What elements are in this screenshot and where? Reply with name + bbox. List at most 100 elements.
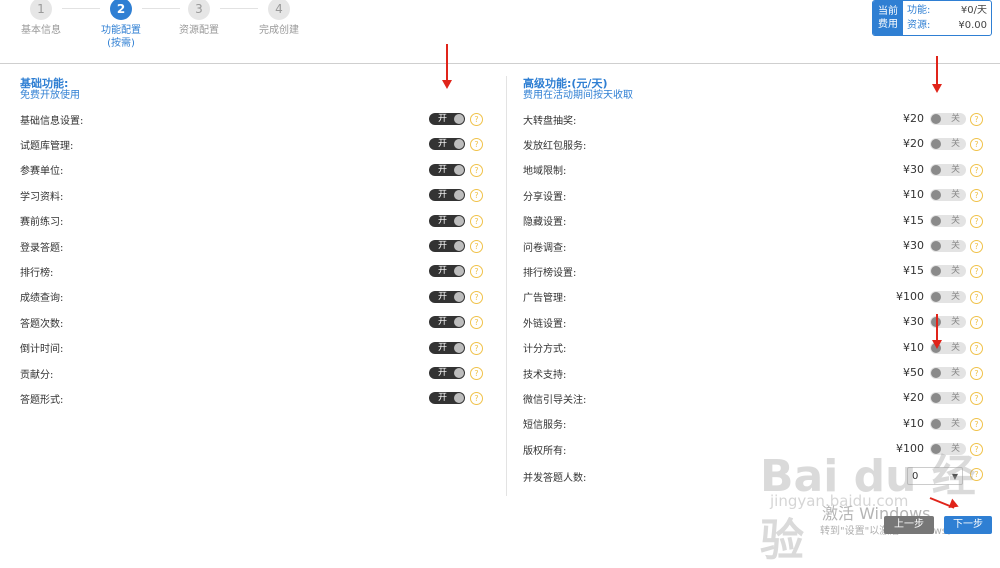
function-toggle[interactable]: 开 <box>429 113 465 125</box>
function-toggle[interactable]: 关 <box>930 290 966 303</box>
help-icon[interactable]: ? <box>970 138 983 152</box>
advanced-function-row: 版权所有: <box>523 439 566 459</box>
advanced-functions-header: 高级功能:(元/天) 费用在活动期间按天收取 <box>523 77 633 102</box>
toggle-label: 关 <box>950 164 960 175</box>
step-4[interactable]: 4 完成创建 <box>249 0 309 37</box>
function-name: 大转盘抽奖: <box>523 115 577 127</box>
toggle-label: 开 <box>438 139 448 150</box>
help-icon[interactable]: ? <box>470 341 483 355</box>
function-toggle[interactable]: 关 <box>930 417 966 430</box>
function-price: ¥50 <box>903 366 924 379</box>
function-toggle[interactable]: 开 <box>429 367 465 379</box>
toggle-label: 开 <box>438 114 448 124</box>
help-icon[interactable]: ? <box>470 214 483 228</box>
function-toggle[interactable]: 开 <box>429 316 465 329</box>
toggle-knob <box>454 393 464 404</box>
function-name: 广告管理: <box>523 293 567 305</box>
toggle-knob <box>454 114 464 124</box>
function-price: ¥30 <box>903 162 924 176</box>
toggle-knob <box>931 114 941 124</box>
help-icon[interactable]: ? <box>470 138 483 152</box>
advanced-function-row: 大转盘抽奖: <box>523 109 576 129</box>
help-icon[interactable]: ? <box>970 113 983 126</box>
help-icon[interactable]: ? <box>970 214 983 228</box>
help-icon[interactable]: ? <box>970 367 983 380</box>
help-icon[interactable]: ? <box>470 163 483 177</box>
function-toggle[interactable]: 关 <box>930 163 966 176</box>
help-icon[interactable]: ? <box>970 189 983 203</box>
help-icon[interactable]: ? <box>470 240 483 253</box>
help-icon[interactable]: ? <box>970 290 983 304</box>
advanced-function-row: 微信引导关注: <box>523 388 586 408</box>
toggle-label: 关 <box>950 291 960 302</box>
toggle-knob <box>931 164 941 175</box>
help-icon[interactable]: ? <box>470 290 483 304</box>
function-toggle[interactable]: 开 <box>429 240 465 252</box>
basic-function-row: 参赛单位: <box>20 160 63 180</box>
help-icon[interactable]: ? <box>970 417 983 431</box>
toggle-knob <box>931 215 941 226</box>
function-name: 版权所有: <box>523 445 567 457</box>
function-name: 答题次数: <box>20 318 64 330</box>
resource-cost-row: 资源: ¥0.00 <box>907 18 987 33</box>
function-toggle[interactable]: 开 <box>429 214 465 227</box>
advanced-function-row: 地域限制: <box>523 160 566 180</box>
help-icon[interactable]: ? <box>470 265 483 279</box>
toggle-label: 开 <box>438 342 448 353</box>
function-toggle[interactable]: 开 <box>429 392 465 405</box>
function-price: ¥15 <box>903 264 924 278</box>
function-name: 发放红包服务: <box>523 140 587 152</box>
help-icon[interactable]: ? <box>970 163 983 177</box>
function-name: 短信服务: <box>523 420 567 432</box>
toggle-label: 开 <box>438 215 448 226</box>
step-number: 1 <box>30 0 52 20</box>
help-icon[interactable]: ? <box>970 392 983 406</box>
function-toggle[interactable]: 开 <box>429 341 465 354</box>
function-toggle[interactable]: 开 <box>429 189 465 202</box>
function-toggle[interactable]: 关 <box>930 214 966 227</box>
toggle-label: 关 <box>950 368 960 378</box>
toggle-label: 关 <box>950 418 960 429</box>
basic-function-row: 排行榜: <box>20 261 53 281</box>
help-icon[interactable]: ? <box>470 392 483 406</box>
next-step-button[interactable]: 下一步 <box>944 516 992 534</box>
toggle-knob <box>931 266 941 277</box>
function-name: 赛前练习: <box>20 217 64 229</box>
function-toggle[interactable]: 开 <box>429 290 465 303</box>
help-icon[interactable]: ? <box>970 240 983 253</box>
function-toggle[interactable]: 关 <box>930 265 966 278</box>
resource-cost-value: ¥0.00 <box>958 20 987 31</box>
step-1[interactable]: 1 基本信息 <box>11 0 71 37</box>
help-icon[interactable]: ? <box>970 265 983 279</box>
toggle-label: 关 <box>950 241 960 251</box>
function-toggle[interactable]: 关 <box>930 392 966 405</box>
function-toggle[interactable]: 关 <box>930 138 966 151</box>
function-toggle[interactable]: 开 <box>429 163 465 176</box>
help-icon[interactable]: ? <box>470 316 483 330</box>
help-icon[interactable]: ? <box>470 113 483 126</box>
basic-functions-header: 基础功能: 免费开放使用 <box>20 77 80 102</box>
toggle-knob <box>454 139 464 150</box>
help-icon[interactable]: ? <box>470 189 483 203</box>
toggle-label: 开 <box>438 241 448 251</box>
help-icon[interactable]: ? <box>970 316 983 330</box>
function-toggle[interactable]: 开 <box>429 265 465 278</box>
function-toggle[interactable]: 关 <box>930 367 966 379</box>
prev-step-button[interactable]: 上一步 <box>884 516 934 534</box>
advanced-function-row: 问卷调查: <box>523 236 566 256</box>
toggle-label: 关 <box>950 114 960 124</box>
basic-function-row: 登录答题: <box>20 236 63 256</box>
function-price: ¥20 <box>903 137 924 151</box>
toggle-knob <box>454 291 464 302</box>
toggle-knob <box>931 139 941 150</box>
help-icon[interactable]: ? <box>470 367 483 380</box>
step-3[interactable]: 3 资源配置 <box>169 0 229 37</box>
resource-cost-label: 资源: <box>907 20 931 31</box>
cost-tag: 当前 费用 <box>873 1 903 35</box>
function-toggle[interactable]: 关 <box>930 189 966 202</box>
function-toggle[interactable]: 开 <box>429 138 465 151</box>
advanced-function-row: 发放红包服务: <box>523 134 586 154</box>
help-icon[interactable]: ? <box>970 341 983 355</box>
function-toggle[interactable]: 关 <box>930 113 966 125</box>
function-toggle[interactable]: 关 <box>930 240 966 252</box>
